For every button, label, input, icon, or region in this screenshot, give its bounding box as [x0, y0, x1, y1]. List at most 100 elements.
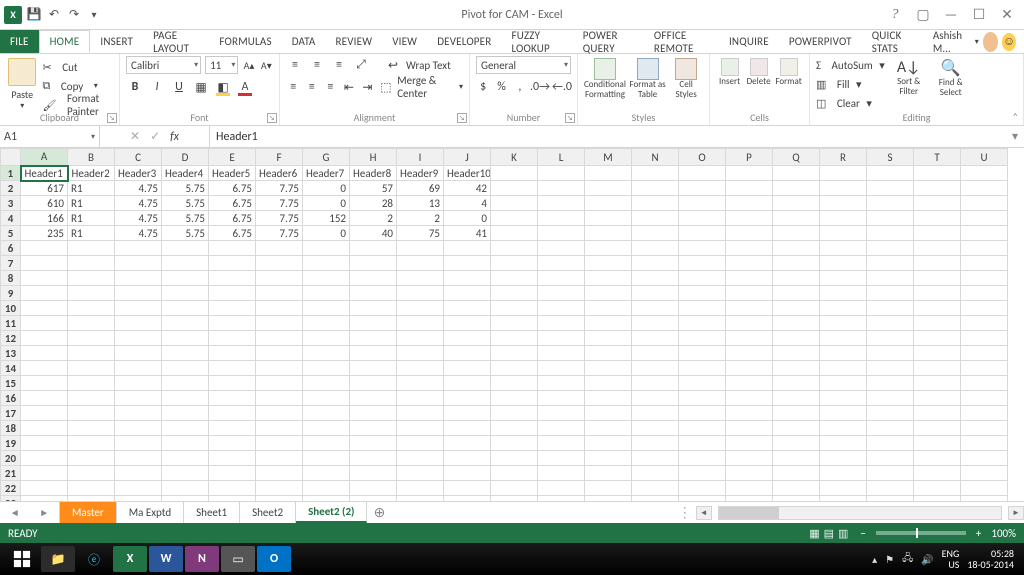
cell-G15[interactable] — [303, 376, 350, 391]
cell-M18[interactable] — [585, 421, 632, 436]
border-button[interactable]: ▦ — [192, 78, 210, 96]
cell-K17[interactable] — [491, 406, 538, 421]
cell-L23[interactable] — [538, 496, 585, 502]
cell-O2[interactable] — [679, 181, 726, 196]
cell-L18[interactable] — [538, 421, 585, 436]
cell-Q11[interactable] — [773, 316, 820, 331]
cell-E20[interactable] — [209, 451, 256, 466]
cell-J5[interactable]: 41 — [444, 226, 491, 241]
sheet-tab-ma-exptd[interactable]: Ma Exptd — [117, 502, 184, 523]
cell-H15[interactable] — [350, 376, 397, 391]
cell-I8[interactable] — [397, 271, 444, 286]
col-header-R[interactable]: R — [820, 149, 867, 166]
cell-U22[interactable] — [961, 481, 1008, 496]
cell-E7[interactable] — [209, 256, 256, 271]
onenote-task-icon[interactable]: N — [185, 546, 219, 572]
accounting-format-icon[interactable]: $ — [476, 78, 490, 96]
merge-center-button[interactable]: Merge & Center — [397, 74, 455, 100]
cell-Q4[interactable] — [773, 211, 820, 226]
file-explorer-icon[interactable]: 📁 — [41, 546, 75, 572]
cell-N12[interactable] — [632, 331, 679, 346]
cell-Q17[interactable] — [773, 406, 820, 421]
cell-O17[interactable] — [679, 406, 726, 421]
cell-B7[interactable] — [68, 256, 115, 271]
cell-L22[interactable] — [538, 481, 585, 496]
cell-O4[interactable] — [679, 211, 726, 226]
cell-K11[interactable] — [491, 316, 538, 331]
ribbon-tab-data[interactable]: DATA — [282, 30, 326, 53]
view-mode-buttons[interactable]: ▦▤▥ — [807, 527, 850, 540]
cell-U13[interactable] — [961, 346, 1008, 361]
cell-O6[interactable] — [679, 241, 726, 256]
cell-T6[interactable] — [914, 241, 961, 256]
cell-D3[interactable]: 5.75 — [162, 196, 209, 211]
cell-A10[interactable] — [21, 301, 68, 316]
cell-P23[interactable] — [726, 496, 773, 502]
cell-S7[interactable] — [867, 256, 914, 271]
cell-T8[interactable] — [914, 271, 961, 286]
action-center-icon[interactable]: ⚑ — [885, 553, 894, 566]
cell-F1[interactable]: Header6 — [256, 166, 303, 181]
cell-L1[interactable] — [538, 166, 585, 181]
cell-U1[interactable] — [961, 166, 1008, 181]
cell-M15[interactable] — [585, 376, 632, 391]
cell-P18[interactable] — [726, 421, 773, 436]
cell-O10[interactable] — [679, 301, 726, 316]
cell-E18[interactable] — [209, 421, 256, 436]
col-header-O[interactable]: O — [679, 149, 726, 166]
cell-U18[interactable] — [961, 421, 1008, 436]
sheet-tab-sheet2-2-[interactable]: Sheet2 (2) — [296, 502, 367, 523]
cell-B2[interactable]: R1 — [68, 181, 115, 196]
cell-K6[interactable] — [491, 241, 538, 256]
cell-J4[interactable]: 0 — [444, 211, 491, 226]
cell-U10[interactable] — [961, 301, 1008, 316]
cell-J10[interactable] — [444, 301, 491, 316]
fx-icon[interactable]: fx — [170, 130, 179, 144]
cell-Q5[interactable] — [773, 226, 820, 241]
col-header-E[interactable]: E — [209, 149, 256, 166]
cell-J11[interactable] — [444, 316, 491, 331]
cell-G11[interactable] — [303, 316, 350, 331]
cell-P4[interactable] — [726, 211, 773, 226]
cell-A1[interactable]: Header1 — [21, 166, 68, 181]
expand-formula-bar-icon[interactable]: ▾ — [1006, 126, 1024, 147]
col-header-B[interactable]: B — [68, 149, 115, 166]
cell-O14[interactable] — [679, 361, 726, 376]
cell-M3[interactable] — [585, 196, 632, 211]
cell-F10[interactable] — [256, 301, 303, 316]
hscroll-right[interactable]: ► — [1008, 506, 1024, 520]
cell-I20[interactable] — [397, 451, 444, 466]
cell-S16[interactable] — [867, 391, 914, 406]
user-account[interactable]: Ashish M... ▾ ☺ — [925, 30, 1024, 53]
cell-D12[interactable] — [162, 331, 209, 346]
horizontal-scrollbar[interactable] — [718, 506, 1002, 520]
cell-L5[interactable] — [538, 226, 585, 241]
cell-G10[interactable] — [303, 301, 350, 316]
cell-T11[interactable] — [914, 316, 961, 331]
cell-T12[interactable] — [914, 331, 961, 346]
cell-E21[interactable] — [209, 466, 256, 481]
cell-M23[interactable] — [585, 496, 632, 502]
cell-J22[interactable] — [444, 481, 491, 496]
cell-D1[interactable]: Header4 — [162, 166, 209, 181]
cell-L21[interactable] — [538, 466, 585, 481]
cell-E2[interactable]: 6.75 — [209, 181, 256, 196]
cell-S12[interactable] — [867, 331, 914, 346]
cell-B21[interactable] — [68, 466, 115, 481]
cell-G18[interactable] — [303, 421, 350, 436]
cell-O8[interactable] — [679, 271, 726, 286]
cell-D2[interactable]: 5.75 — [162, 181, 209, 196]
cell-Q14[interactable] — [773, 361, 820, 376]
cell-A12[interactable] — [21, 331, 68, 346]
cell-H2[interactable]: 57 — [350, 181, 397, 196]
cell-L16[interactable] — [538, 391, 585, 406]
cell-U15[interactable] — [961, 376, 1008, 391]
cell-I11[interactable] — [397, 316, 444, 331]
cell-U3[interactable] — [961, 196, 1008, 211]
row-header-12[interactable]: 12 — [1, 331, 21, 346]
cell-C7[interactable] — [115, 256, 162, 271]
bold-button[interactable]: B — [126, 78, 144, 96]
cell-S8[interactable] — [867, 271, 914, 286]
cell-H5[interactable]: 40 — [350, 226, 397, 241]
cell-H14[interactable] — [350, 361, 397, 376]
